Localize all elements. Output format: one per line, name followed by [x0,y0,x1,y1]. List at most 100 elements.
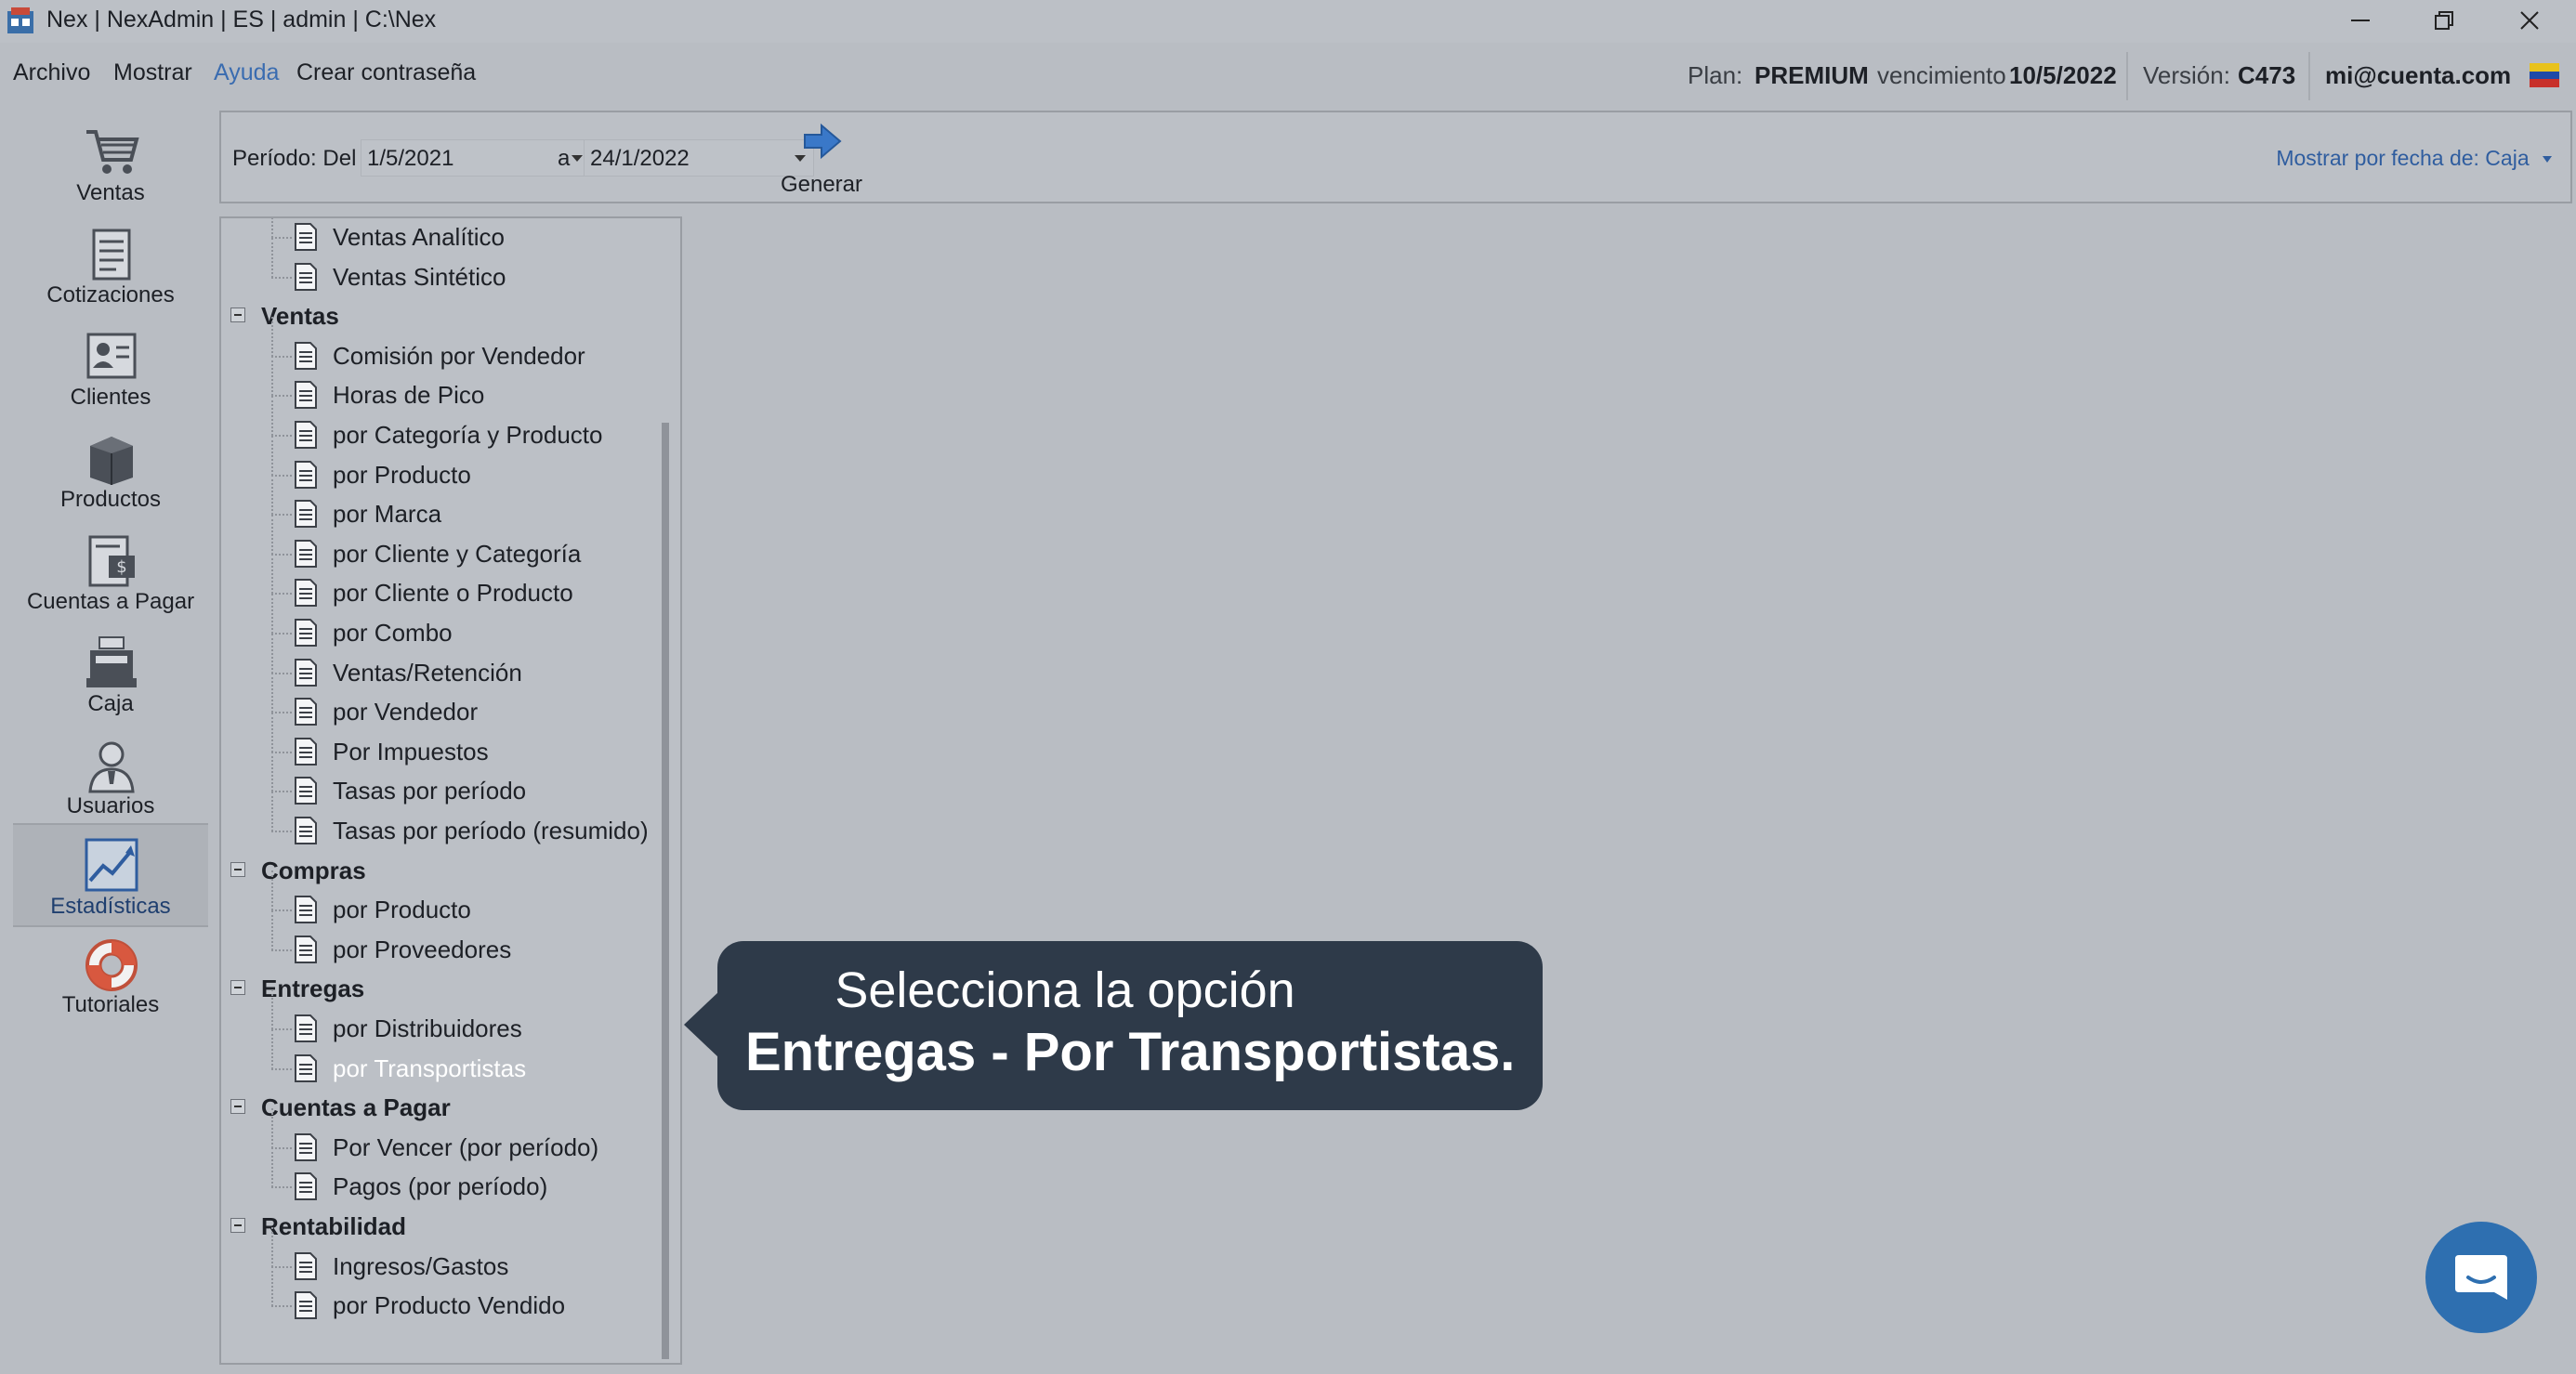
report-document-icon [295,658,317,687]
tree-connector [271,712,273,752]
tree-connector [271,594,273,634]
mostrar-por-fecha-dropdown[interactable]: Mostrar por fecha de: Caja [2276,146,2552,171]
version-value: C473 [2238,61,2296,89]
bill-icon: $ [88,535,135,587]
report-document-icon [295,539,317,568]
callout-line-1: Selecciona la opción [835,962,1295,1018]
menu-crear-contrasena[interactable]: Crear contraseña [296,59,476,86]
tree-item[interactable]: Ingresos/Gastos [221,1226,667,1287]
menu-archivo[interactable]: Archivo [13,59,90,86]
tree-item-label: Pagos (por período) [333,1172,548,1201]
nav-tutoriales-label: Tutoriales [61,992,160,1017]
tree-item-label: Por Impuestos [333,737,489,766]
generar-button[interactable]: Generar [775,118,868,200]
nav-tutoriales[interactable]: Tutoriales [13,929,208,1029]
tree-item[interactable]: por Producto [221,870,667,930]
tree-item-label: por Producto [333,460,471,489]
tree-category[interactable]: Ventas [221,297,667,336]
tree-category[interactable]: Cuentas a Pagar [221,1089,667,1128]
tree-item[interactable]: Por Impuestos [221,712,667,772]
account-email[interactable]: mi@cuenta.com [2325,61,2511,90]
tree-item-label: Entregas [261,975,365,1003]
tree-item[interactable]: Pagos (por período) [221,1147,667,1207]
arrow-right-icon [804,123,842,160]
tree-item[interactable]: Comisión por Vendedor [221,316,667,376]
tree-connector [271,1147,273,1188]
tree-connector [271,752,273,792]
report-document-icon [295,1291,317,1320]
nav-caja[interactable]: Caja [13,628,208,728]
report-document-icon [295,817,317,844]
close-button[interactable] [2487,0,2572,43]
tutorial-callout: Selecciona la opción Entregas - Por Tran… [717,941,1543,1110]
tree-item[interactable]: por Vendedor [221,673,667,732]
nav-caja-label: Caja [87,691,134,716]
menu-mostrar[interactable]: Mostrar [113,59,192,86]
tree-item[interactable]: por Transportistas [221,1028,667,1089]
tree-item[interactable]: por Combo [221,594,667,653]
tree-item-label: por Producto [333,896,471,924]
tree-item[interactable]: Por Vencer (por período) [221,1107,667,1168]
tree-item[interactable]: Horas de Pico [221,356,667,415]
nav-cuentas-a-pagar[interactable]: $ Cuentas a Pagar [13,526,208,626]
report-document-icon [295,1053,317,1082]
report-document-icon [295,777,317,805]
tree-connector [271,1305,292,1308]
tree-item[interactable]: Tasas por período [221,752,667,811]
tree-connector [271,514,292,517]
nav-usuarios[interactable]: Usuarios [13,730,208,831]
nav-productos[interactable]: Productos [13,424,208,524]
tree-item[interactable]: por Distribuidores [221,989,667,1049]
tree-connector [271,553,292,556]
nav-clientes[interactable]: Clientes [13,321,208,422]
date-from-picker[interactable]: 1/5/2021 [361,139,591,177]
tree-item[interactable]: por Proveedores [221,909,667,970]
nav-cotizaciones[interactable]: Cotizaciones [13,219,208,320]
tree-item[interactable]: por Producto [221,435,667,495]
status-divider [2126,52,2128,100]
tree-item[interactable]: Ventas Analítico [221,218,667,257]
tree-connector [271,1226,273,1267]
tree-category[interactable]: Rentabilidad [221,1208,667,1247]
tree-item[interactable]: por Cliente o Producto [221,554,667,613]
tree-item[interactable]: Ventas Sintético [221,237,667,297]
tree-item-label: Ventas Sintético [333,262,506,291]
tree-item[interactable]: por Marca [221,475,667,534]
chevron-down-icon [572,155,583,162]
report-document-icon [295,262,317,291]
report-document-icon [295,1132,317,1161]
tree-connector [271,909,273,950]
tree-connector [271,751,292,753]
callout-line-2: Entregas - Por Transportistas. [745,1022,1516,1082]
collapse-icon[interactable] [230,1099,245,1115]
tree-connector [271,1146,292,1149]
report-document-icon [295,460,317,489]
collapse-icon[interactable] [230,1218,245,1233]
tree-connector [271,672,292,674]
tree-item[interactable]: Tasas por período (resumido) [221,792,667,851]
tree-item[interactable]: por Producto Vendido [221,1266,667,1326]
nav-estadisticas[interactable]: Estadísticas [13,823,208,927]
restore-button[interactable] [2401,0,2487,43]
collapse-icon[interactable] [230,861,245,877]
tree-item[interactable]: por Categoría y Producto [221,396,667,455]
tree-category[interactable]: Entregas [221,970,667,1009]
collapse-icon[interactable] [230,308,245,323]
tree-item[interactable]: por Cliente y Categoría [221,514,667,574]
report-document-icon [295,737,317,766]
collapse-icon[interactable] [230,980,245,996]
minimize-button[interactable] [2318,0,2403,43]
svg-text:$: $ [116,557,126,577]
chat-support-button[interactable] [2425,1222,2537,1333]
tree-item-label: por Cliente y Categoría [333,539,582,568]
close-icon [2520,11,2539,30]
tree-category[interactable]: Compras [221,852,667,891]
generar-label: Generar [780,172,863,197]
tree-connector [271,870,273,911]
menu-ayuda[interactable]: Ayuda [214,59,279,86]
tree-item[interactable]: Ventas/Retención [221,633,667,693]
nav-ventas[interactable]: Ventas [13,117,208,217]
flag-icon[interactable] [2530,63,2559,87]
app-logo-icon [7,7,33,33]
tree-connector [271,435,273,476]
